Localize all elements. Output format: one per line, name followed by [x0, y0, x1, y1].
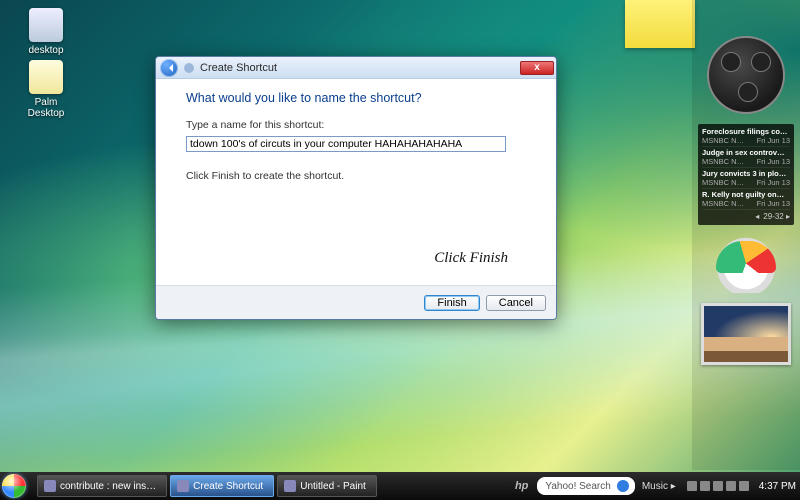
desktop-icon-desktop[interactable]: desktop: [16, 8, 76, 56]
desktop-icon-label: desktop: [16, 45, 76, 56]
finish-button[interactable]: Finish: [424, 295, 479, 311]
tray-icon[interactable]: [700, 481, 710, 491]
taskbar-item-paint[interactable]: Untitled - Paint: [277, 475, 377, 497]
feed-item: R. Kelly not guilty on…MSNBC N…Fri Jun 1…: [702, 189, 790, 210]
folder-icon: [29, 8, 63, 42]
taskbar-item-create-shortcut[interactable]: Create Shortcut: [170, 475, 274, 497]
taskbar-item-label: Untitled - Paint: [300, 481, 366, 492]
shortcut-name-input[interactable]: [186, 136, 506, 152]
feed-pager[interactable]: ◂29-32 ▸: [702, 212, 790, 221]
dialog-title: Create Shortcut: [200, 62, 514, 74]
app-icon: [29, 60, 63, 94]
app-icon: [177, 480, 189, 492]
taskbar-item-label: contribute : new ins…: [60, 481, 156, 492]
feed-item: Foreclosure filings co…MSNBC N…Fri Jun 1…: [702, 126, 790, 147]
app-icon: [44, 480, 56, 492]
taskbar-clock[interactable]: 4:37 PM: [756, 481, 796, 492]
create-shortcut-dialog: Create Shortcut x What would you like to…: [155, 56, 557, 320]
start-button[interactable]: [0, 472, 34, 500]
taskbar: contribute : new ins… Create Shortcut Un…: [0, 472, 800, 500]
feed-item: Judge in sex controv…MSNBC N…Fri Jun 13: [702, 147, 790, 168]
tray-icon[interactable]: [687, 481, 697, 491]
desktop-icon-palm-desktop[interactable]: Palm Desktop: [16, 60, 76, 119]
system-tray[interactable]: [683, 481, 753, 491]
back-button[interactable]: [160, 59, 178, 77]
desktop-icon-label: Palm Desktop: [16, 97, 76, 119]
app-icon: [284, 480, 296, 492]
tray-icon[interactable]: [739, 481, 749, 491]
dialog-heading: What would you like to name the shortcut…: [186, 91, 534, 105]
forward-button: [184, 63, 194, 73]
dialog-footer: Finish Cancel: [156, 285, 556, 319]
clock-gadget[interactable]: [707, 36, 785, 114]
taskbar-item-label: Create Shortcut: [193, 481, 263, 492]
yahoo-search-box[interactable]: Yahoo! Search: [537, 477, 634, 495]
shortcut-name-label: Type a name for this shortcut:: [186, 119, 534, 131]
music-control[interactable]: Music ▸: [638, 481, 680, 492]
sticky-note-gadget[interactable]: [625, 0, 695, 48]
slideshow-gadget[interactable]: [701, 303, 791, 365]
handwritten-annotation: Click Finish: [434, 250, 508, 267]
feed-item: Jury convicts 3 in plo…MSNBC N…Fri Jun 1…: [702, 168, 790, 189]
windows-orb-icon: [2, 474, 26, 498]
cancel-button[interactable]: Cancel: [486, 295, 546, 311]
search-go-icon[interactable]: [617, 480, 629, 492]
hp-logo: hp: [509, 480, 534, 492]
close-button[interactable]: x: [520, 61, 554, 75]
taskbar-item-contribute[interactable]: contribute : new ins…: [37, 475, 167, 497]
tray-icon[interactable]: [713, 481, 723, 491]
news-feed-gadget[interactable]: Foreclosure filings co…MSNBC N…Fri Jun 1…: [698, 124, 794, 225]
dialog-titlebar[interactable]: Create Shortcut x: [156, 57, 556, 79]
cpu-meter-gadget[interactable]: [710, 235, 782, 293]
dialog-hint: Click Finish to create the shortcut.: [186, 170, 534, 182]
vista-sidebar: Foreclosure filings co…MSNBC N…Fri Jun 1…: [692, 0, 800, 470]
search-placeholder: Yahoo! Search: [545, 481, 610, 492]
tray-icon[interactable]: [726, 481, 736, 491]
